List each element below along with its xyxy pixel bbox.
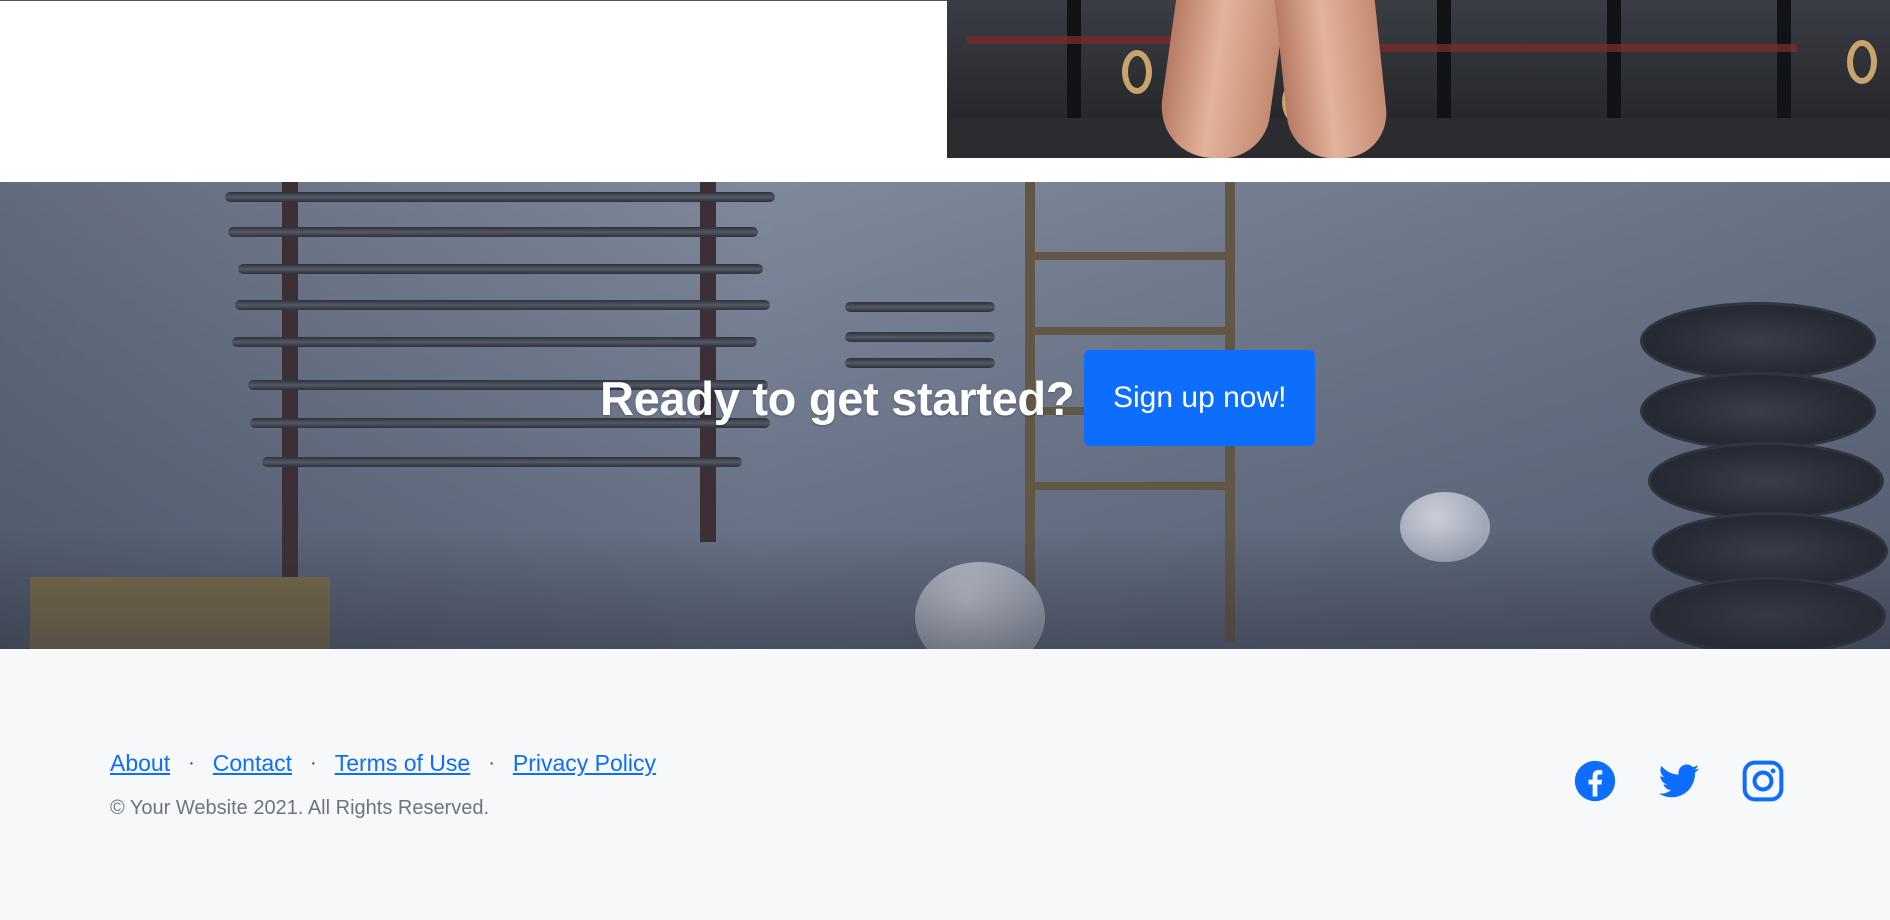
terms-of-use-link[interactable]: Terms of Use <box>335 750 470 777</box>
footer-nav: About · Contact · Terms of Use · Privacy… <box>110 750 656 777</box>
gym-photo <box>947 0 1890 158</box>
link-separator: · <box>488 752 495 774</box>
cta-heading: Ready to get started? <box>600 371 1075 425</box>
social-links <box>1573 759 1785 803</box>
top-strip <box>0 0 1890 182</box>
link-separator: · <box>188 752 195 774</box>
cta-content: Ready to get started? Sign up now! <box>600 350 1316 446</box>
twitter-link[interactable] <box>1657 759 1701 803</box>
about-link[interactable]: About <box>110 750 170 777</box>
instagram-link[interactable] <box>1741 759 1785 803</box>
athlete-legs <box>1153 0 1392 158</box>
sign-up-button[interactable]: Sign up now! <box>1084 350 1316 446</box>
contact-link[interactable]: Contact <box>213 750 292 777</box>
call-to-action: Ready to get started? Sign up now! <box>0 182 1890 649</box>
facebook-link[interactable] <box>1573 759 1617 803</box>
footer: About · Contact · Terms of Use · Privacy… <box>0 649 1890 920</box>
twitter-icon <box>1658 764 1700 798</box>
link-separator: · <box>310 752 317 774</box>
facebook-icon <box>1574 760 1616 802</box>
top-divider <box>0 0 947 1</box>
copyright-text: © Your Website 2021. All Rights Reserved… <box>110 797 490 819</box>
instagram-icon <box>1742 760 1784 802</box>
privacy-policy-link[interactable]: Privacy Policy <box>513 750 656 777</box>
